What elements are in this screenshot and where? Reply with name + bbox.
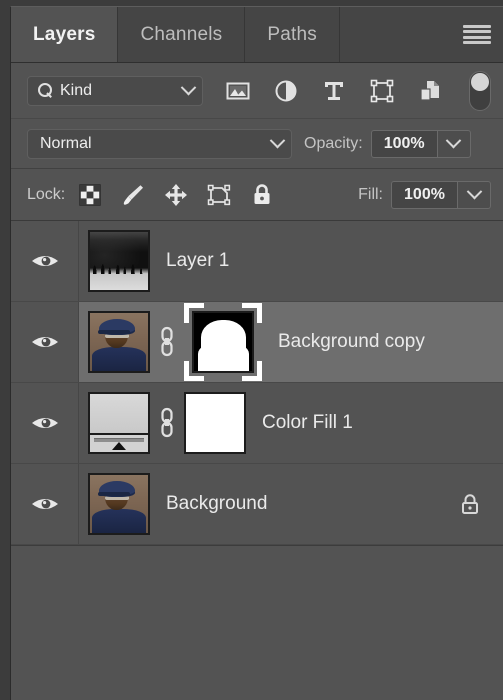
eye-icon[interactable] bbox=[30, 333, 60, 351]
table-row[interactable]: Color Fill 1 bbox=[11, 383, 503, 464]
toggle-knob bbox=[471, 72, 489, 91]
layer-thumbnail[interactable] bbox=[88, 230, 150, 292]
layer-row-body[interactable]: Background copy bbox=[79, 302, 503, 382]
layer-row-body[interactable]: Layer 1 bbox=[79, 221, 503, 301]
filter-enable-toggle[interactable] bbox=[469, 70, 491, 111]
mask-selection-corner bbox=[184, 361, 204, 381]
tab-channels[interactable]: Channels bbox=[118, 7, 246, 62]
opacity-stepper[interactable] bbox=[436, 129, 471, 158]
padlock-icon[interactable] bbox=[249, 182, 275, 208]
layer-list: Layer 1 Background copy Color Fill 1 Bac… bbox=[11, 221, 503, 700]
layer-name[interactable]: Background copy bbox=[278, 331, 503, 353]
opacity-label: Opacity: bbox=[304, 134, 363, 152]
layer-thumbnail[interactable] bbox=[88, 392, 150, 454]
move-arrows-icon[interactable] bbox=[163, 182, 189, 208]
table-row[interactable]: Background copy bbox=[11, 302, 503, 383]
lock-label: Lock: bbox=[27, 185, 66, 203]
opacity-value[interactable]: 100% bbox=[370, 129, 437, 158]
table-row[interactable]: Background bbox=[11, 464, 503, 545]
panel-tab-bar: Layers Channels Paths bbox=[11, 7, 503, 63]
mask-selection-corner bbox=[242, 361, 262, 381]
layer-visibility-toggle[interactable] bbox=[11, 221, 79, 301]
padlock-icon[interactable] bbox=[457, 491, 483, 517]
tab-paths-label: Paths bbox=[267, 23, 317, 45]
tab-channels-label: Channels bbox=[140, 23, 223, 45]
blend-mode-value: Normal bbox=[40, 134, 92, 152]
layer-name[interactable]: Color Fill 1 bbox=[262, 412, 503, 434]
layer-visibility-toggle[interactable] bbox=[11, 383, 79, 463]
filter-kind-label: Kind bbox=[60, 81, 93, 99]
opacity-field[interactable]: 100% bbox=[370, 129, 471, 158]
smart-object-document-icon[interactable] bbox=[417, 78, 443, 104]
layer-mask-thumbnail[interactable] bbox=[184, 303, 262, 381]
filter-row: Kind bbox=[11, 63, 503, 119]
layer-mask-thumbnail[interactable] bbox=[184, 392, 246, 454]
layers-panel: Layers Channels Paths Kind Normal Opacit… bbox=[10, 6, 503, 700]
chevron-down-icon bbox=[269, 132, 286, 149]
layer-name[interactable]: Layer 1 bbox=[166, 250, 503, 272]
fill-field[interactable]: 100% bbox=[391, 180, 491, 209]
chain-link-icon[interactable] bbox=[150, 311, 184, 373]
hamburger-menu-icon[interactable] bbox=[463, 24, 491, 45]
layer-visibility-toggle[interactable] bbox=[11, 464, 79, 544]
layer-thumbnail[interactable] bbox=[88, 311, 150, 373]
chevron-down-icon bbox=[466, 183, 482, 200]
blend-mode-row: Normal Opacity: 100% bbox=[11, 119, 503, 169]
chevron-down-icon bbox=[445, 132, 462, 149]
checkerboard-icon[interactable] bbox=[77, 182, 103, 208]
shape-bounding-box-icon[interactable] bbox=[369, 78, 395, 104]
layer-visibility-toggle[interactable] bbox=[11, 302, 79, 382]
lock-row: Lock: Fill: 100% bbox=[11, 169, 503, 221]
fill-value[interactable]: 100% bbox=[391, 180, 457, 209]
layer-row-body[interactable]: Color Fill 1 bbox=[79, 383, 503, 463]
layer-list-empty-area bbox=[11, 545, 503, 546]
layer-name[interactable]: Background bbox=[166, 493, 457, 515]
blend-mode-dropdown[interactable]: Normal bbox=[27, 128, 292, 159]
image-icon[interactable] bbox=[225, 78, 251, 104]
adjustment-half-circle-icon[interactable] bbox=[273, 78, 299, 104]
fill-stepper[interactable] bbox=[457, 180, 491, 209]
search-icon bbox=[38, 83, 53, 98]
eye-icon[interactable] bbox=[30, 252, 60, 270]
filter-kind-dropdown[interactable]: Kind bbox=[27, 75, 203, 106]
layer-row-body[interactable]: Background bbox=[79, 464, 503, 544]
eye-icon[interactable] bbox=[30, 495, 60, 513]
layer-thumbnail[interactable] bbox=[88, 473, 150, 535]
filter-type-icons bbox=[225, 78, 443, 104]
artboard-icon[interactable] bbox=[206, 182, 232, 208]
lock-icon-group bbox=[77, 182, 275, 208]
tab-layers[interactable]: Layers bbox=[11, 7, 119, 62]
mask-selection-corner bbox=[184, 303, 204, 323]
tab-layers-label: Layers bbox=[33, 23, 96, 45]
table-row[interactable]: Layer 1 bbox=[11, 221, 503, 302]
chevron-down-icon bbox=[180, 79, 197, 96]
eye-icon[interactable] bbox=[30, 414, 60, 432]
paintbrush-icon[interactable] bbox=[120, 182, 146, 208]
tab-paths[interactable]: Paths bbox=[245, 7, 340, 62]
text-t-icon[interactable] bbox=[321, 78, 347, 104]
fill-label: Fill: bbox=[358, 185, 383, 203]
chain-link-icon[interactable] bbox=[150, 392, 184, 454]
mask-selection-corner bbox=[242, 303, 262, 323]
